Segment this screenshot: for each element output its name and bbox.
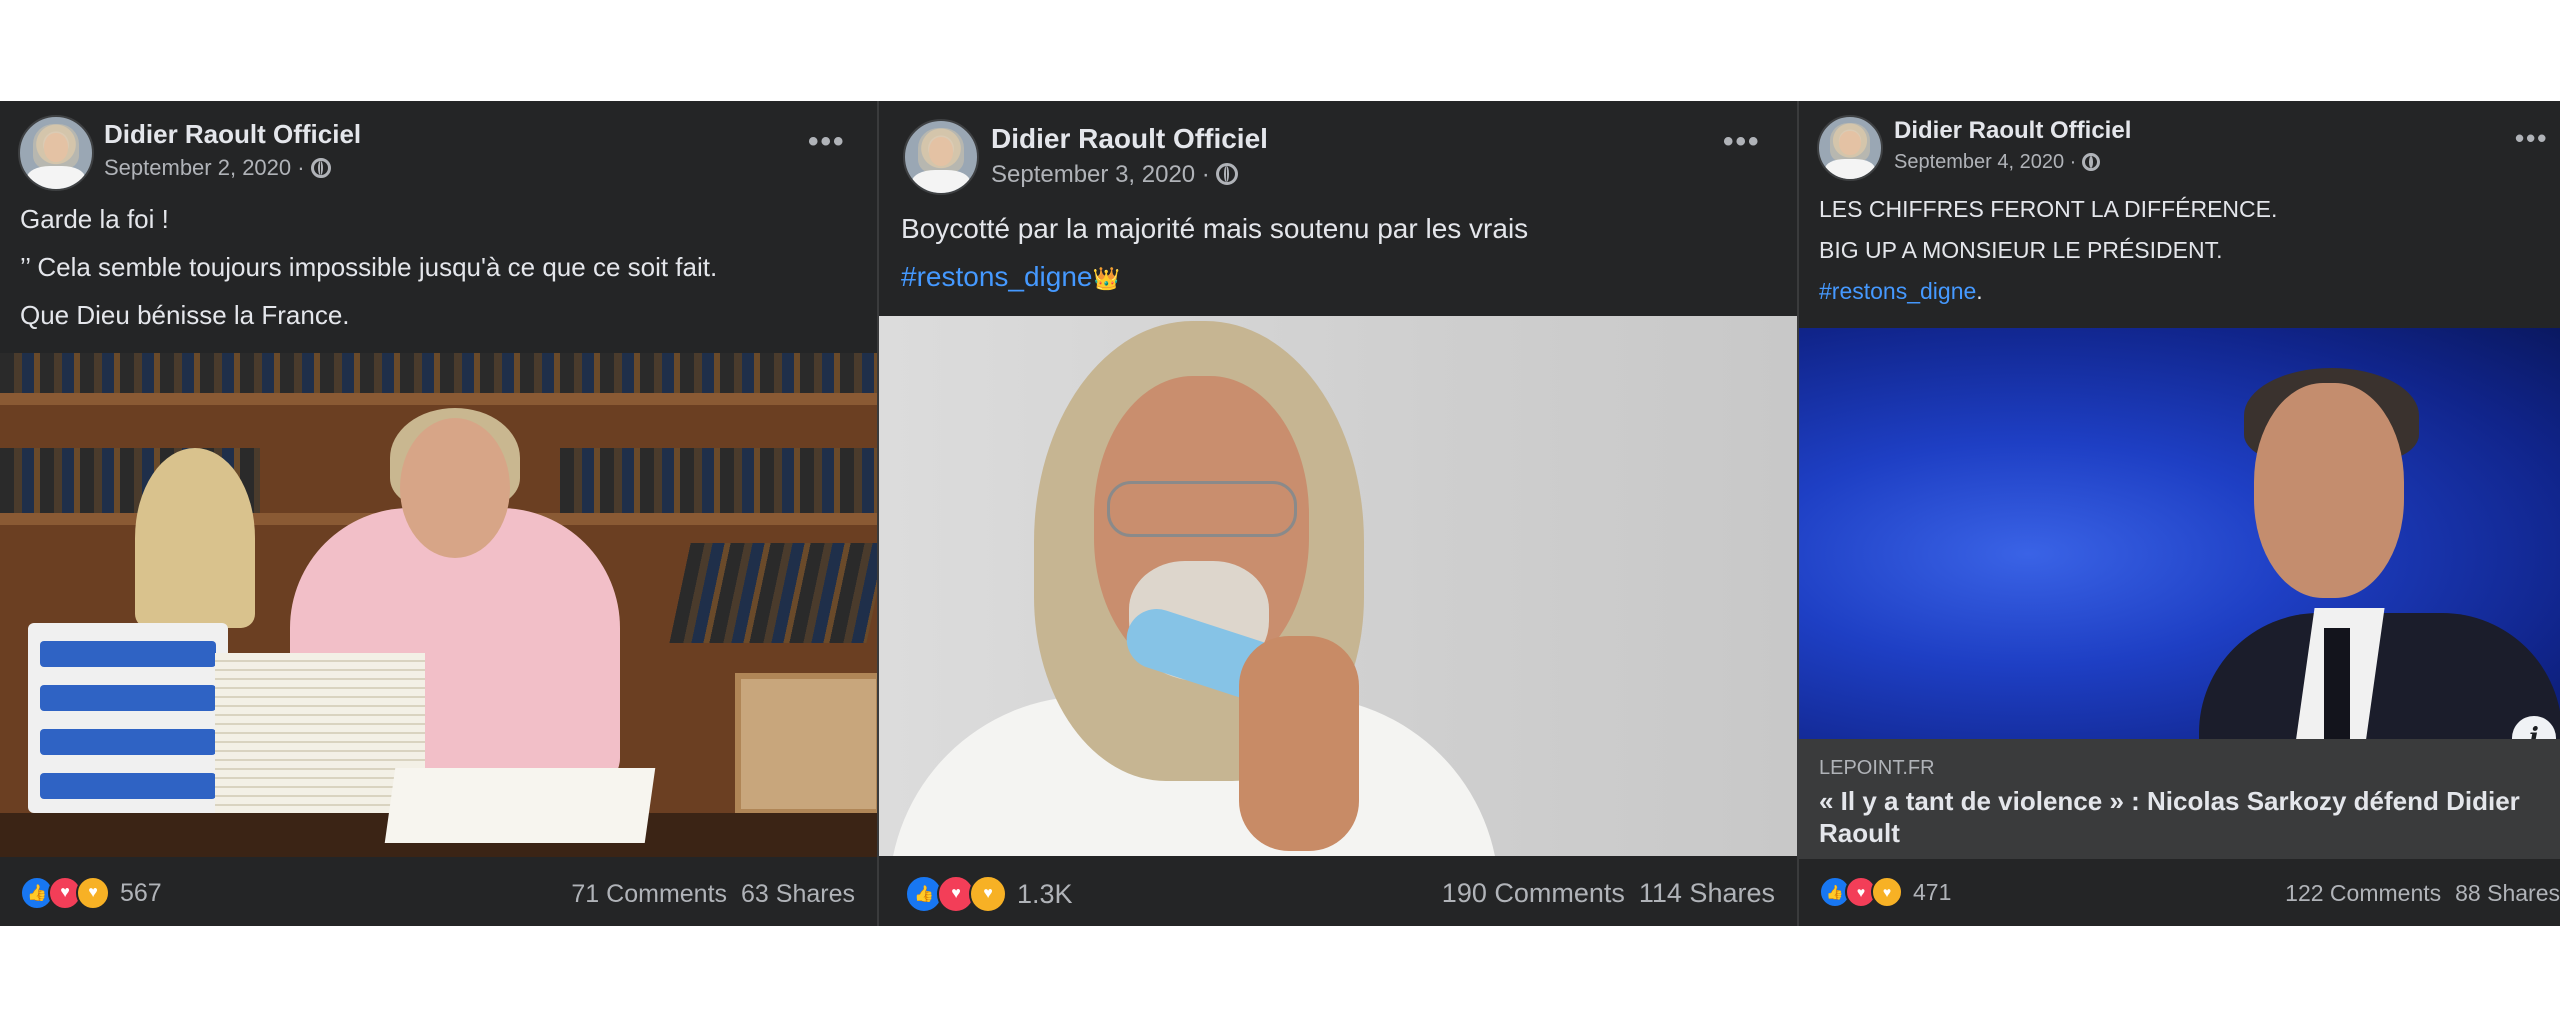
reactions-summary[interactable]: 👍 ♥ ♥ 567 — [20, 876, 162, 910]
reaction-count: 471 — [1913, 878, 1952, 905]
globe-icon — [310, 158, 331, 178]
post-timestamp[interactable]: September 2, 2020 · — [104, 155, 331, 181]
more-horizontal-icon[interactable]: ••• — [1723, 125, 1761, 159]
reactions-summary[interactable]: 👍 ♥ ♥ 471 — [1819, 876, 1951, 908]
post-text-line: LES CHIFFRES FERONT LA DIFFÉRENCE. — [1819, 196, 2278, 222]
post-text-line: BIG UP A MONSIEUR LE PRÉSIDENT. — [1819, 237, 2223, 263]
reaction-count: 567 — [120, 878, 162, 907]
post-text-line: ’’ Cela semble toujours impossible jusqu… — [20, 252, 718, 282]
author-name[interactable]: Didier Raoult Officiel — [104, 119, 361, 150]
drawer-unit — [28, 623, 228, 813]
author-avatar[interactable] — [18, 115, 94, 191]
post-text-line: Que Dieu bénisse la France. — [20, 300, 350, 330]
author-name[interactable]: Didier Raoult Officiel — [1894, 117, 2131, 145]
care-reaction-icon: ♥ — [1871, 876, 1903, 908]
hashtag-link[interactable]: #restons_digne — [901, 261, 1092, 292]
author-avatar[interactable] — [903, 119, 979, 195]
post-date[interactable]: September 3, 2020 · — [991, 161, 1210, 188]
post-timestamp[interactable]: September 4, 2020 · — [1894, 151, 2101, 174]
care-reaction-icon: ♥ — [969, 875, 1007, 913]
post-photo[interactable] — [879, 316, 1799, 856]
post-stats: 122 Comments 88 Shares — [2285, 880, 2560, 907]
post-card: Didier Raoult Officiel September 3, 2020… — [877, 101, 1799, 926]
post-text-line: Boycotté par la majorité mais soutenu pa… — [901, 213, 1529, 244]
post-date[interactable]: September 4, 2020 · — [1894, 151, 2076, 173]
link-preview[interactable]: LEPOINT.FR « Il y a tant de violence » :… — [1799, 739, 2560, 859]
author-name[interactable]: Didier Raoult Officiel — [991, 123, 1268, 155]
link-title[interactable]: « Il y a tant de violence » : Nicolas Sa… — [1819, 785, 2559, 849]
link-preview-image[interactable]: i — [1799, 328, 2560, 739]
shares-count[interactable]: 114 Shares — [1639, 878, 1775, 908]
more-horizontal-icon[interactable]: ••• — [808, 125, 846, 159]
post-hashtag-line: #restons_digne. — [1819, 278, 1983, 305]
shares-count[interactable]: 88 Shares — [2455, 880, 2560, 906]
comments-count[interactable]: 71 Comments — [571, 880, 727, 908]
crown-emoji: 👑 — [1092, 266, 1120, 291]
post-hashtag-line: #restons_digne👑 — [901, 261, 1120, 293]
post-text-line: Garde la foi ! — [20, 204, 169, 234]
post-timestamp[interactable]: September 3, 2020 · — [991, 161, 1238, 189]
post-stats: 190 Comments 114 Shares — [1442, 878, 1775, 909]
post-card: Didier Raoult Officiel September 2, 2020… — [0, 101, 877, 926]
author-avatar[interactable] — [1817, 115, 1883, 181]
comments-count[interactable]: 122 Comments — [2285, 880, 2441, 906]
more-horizontal-icon[interactable]: ••• — [2515, 123, 2548, 154]
reactions-summary[interactable]: 👍 ♥ ♥ 1.3K — [905, 875, 1073, 913]
link-source: LEPOINT.FR — [1819, 757, 1935, 779]
globe-icon — [1215, 163, 1238, 185]
post-photo[interactable] — [0, 353, 877, 857]
post-date[interactable]: September 2, 2020 · — [104, 155, 305, 180]
globe-icon — [2082, 153, 2101, 171]
care-reaction-icon: ♥ — [76, 876, 110, 910]
hashtag-suffix: . — [1976, 278, 1983, 304]
post-card: Didier Raoult Officiel September 4, 2020… — [1797, 101, 2560, 926]
comments-count[interactable]: 190 Comments — [1442, 878, 1625, 908]
shares-count[interactable]: 63 Shares — [741, 880, 855, 908]
hashtag-link[interactable]: #restons_digne — [1819, 278, 1976, 304]
reaction-count: 1.3K — [1017, 878, 1073, 909]
post-stats: 71 Comments 63 Shares — [571, 880, 855, 909]
